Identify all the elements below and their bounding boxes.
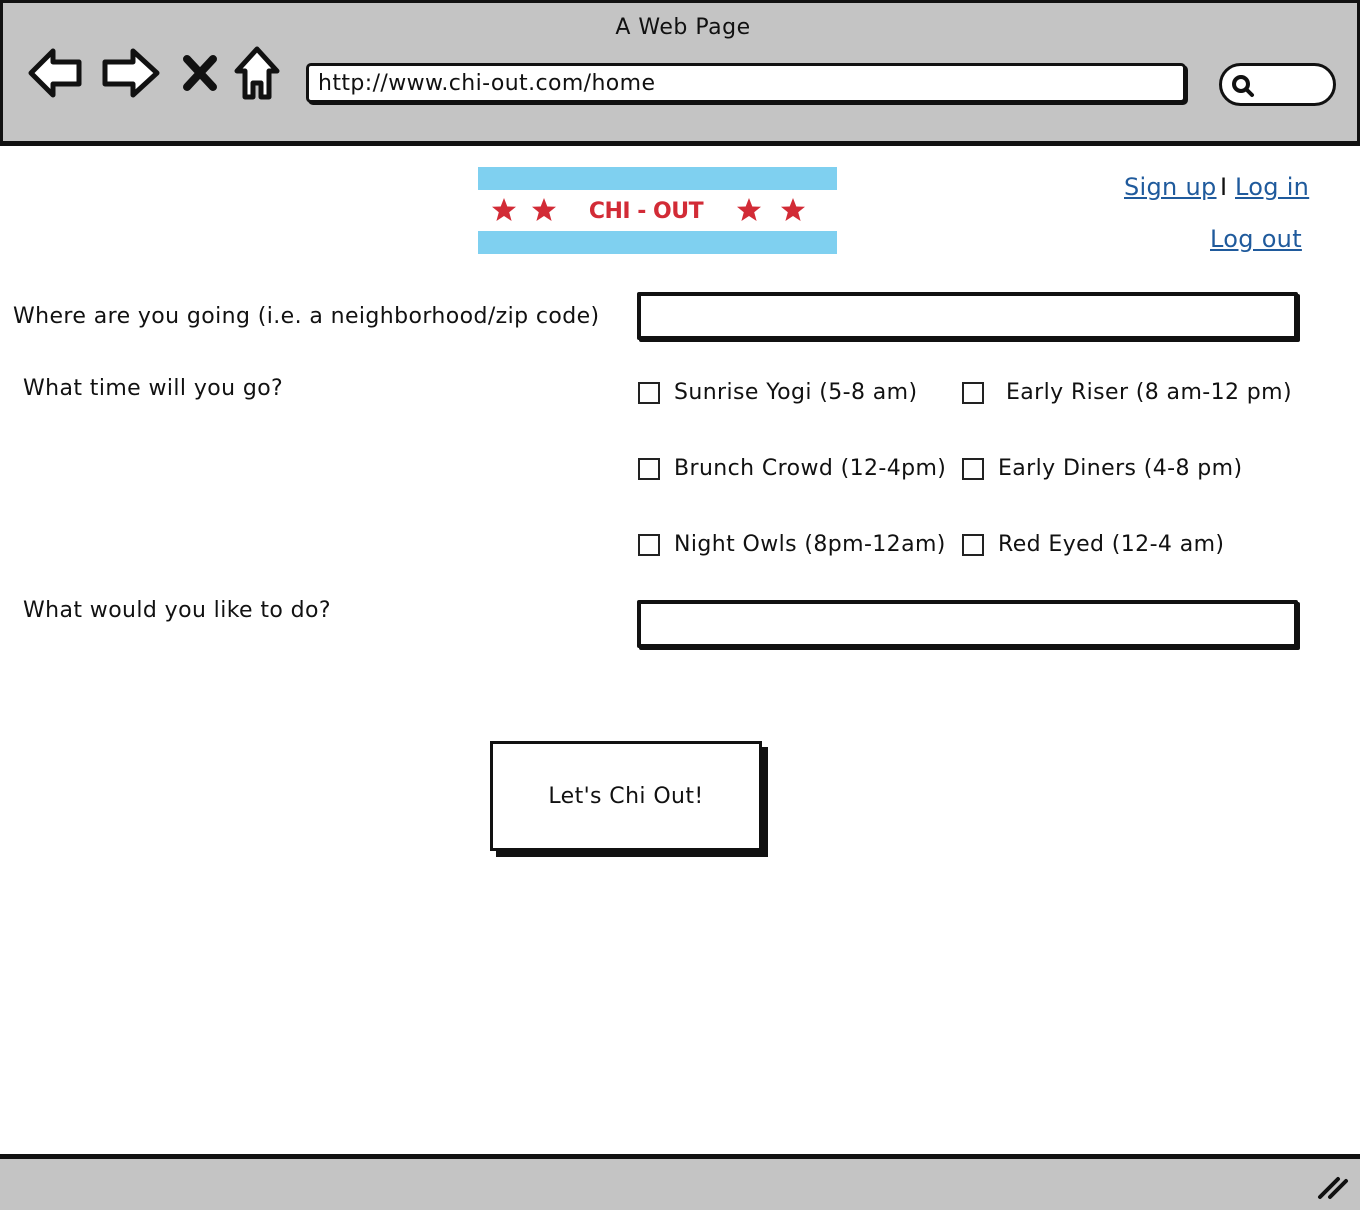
logo-text: CHI - OUT (588, 199, 704, 224)
checkbox[interactable] (638, 533, 660, 556)
address-bar[interactable]: http://www.chi-out.com/home (306, 63, 1186, 103)
log-in-link[interactable]: Log in (1235, 173, 1309, 201)
resize-grip-icon[interactable] (1316, 1175, 1350, 1201)
frame-edge (0, 146, 3, 1154)
chi-out-logo: CHI - OUT (478, 167, 837, 254)
checkbox[interactable] (962, 533, 984, 556)
checkbox[interactable] (638, 457, 660, 480)
time-option-label: Early Riser (8 am-12 pm) (1006, 380, 1292, 405)
back-arrow-icon[interactable] (27, 45, 85, 101)
status-bar (0, 1154, 1360, 1210)
time-option-label: Brunch Crowd (12-4pm) (674, 456, 947, 481)
time-option-brunch-crowd[interactable]: Brunch Crowd (12-4pm) (638, 456, 946, 481)
forward-arrow-icon[interactable] (101, 45, 161, 101)
stop-icon[interactable] (181, 53, 219, 93)
browser-search-box[interactable] (1219, 63, 1336, 106)
time-option-early-riser[interactable]: Early Riser (8 am-12 pm) (962, 380, 1292, 405)
browser-toolbar: A Web Page http://www.chi-out.com/home (0, 0, 1360, 146)
what-input[interactable] (637, 600, 1298, 648)
time-option-label: Sunrise Yogi (5-8 am) (674, 380, 918, 405)
sign-up-link[interactable]: Sign up (1124, 173, 1217, 201)
flag-stripe-bottom (478, 231, 837, 254)
when-label: What time will you go? (23, 376, 284, 401)
time-option-early-diners[interactable]: Early Diners (4-8 pm) (962, 456, 1242, 481)
where-input[interactable] (637, 292, 1298, 340)
flag-stripe-top (478, 167, 837, 190)
checkbox[interactable] (962, 457, 984, 480)
time-option-night-owls[interactable]: Night Owls (8pm-12am) (638, 532, 946, 557)
time-option-label: Early Diners (4-8 pm) (998, 456, 1243, 481)
time-option-label: Night Owls (8pm-12am) (674, 532, 946, 557)
time-option-label: Red Eyed (12-4 am) (998, 532, 1225, 557)
checkbox[interactable] (962, 381, 984, 404)
where-label: Where are you going (i.e. a neighborhood… (13, 304, 600, 329)
time-option-sunrise-yogi[interactable]: Sunrise Yogi (5-8 am) (638, 380, 917, 405)
log-out-link[interactable]: Log out (1210, 225, 1302, 253)
lets-chi-out-button[interactable]: Let's Chi Out! (490, 741, 762, 851)
checkbox[interactable] (638, 381, 660, 404)
window-title: A Web Page (615, 15, 751, 40)
address-text: http://www.chi-out.com/home (318, 71, 656, 96)
what-label: What would you like to do? (23, 598, 331, 623)
link-separator: I (1220, 173, 1228, 201)
search-icon (1232, 75, 1254, 97)
time-option-red-eyed[interactable]: Red Eyed (12-4 am) (962, 532, 1224, 557)
home-icon[interactable] (233, 45, 281, 101)
